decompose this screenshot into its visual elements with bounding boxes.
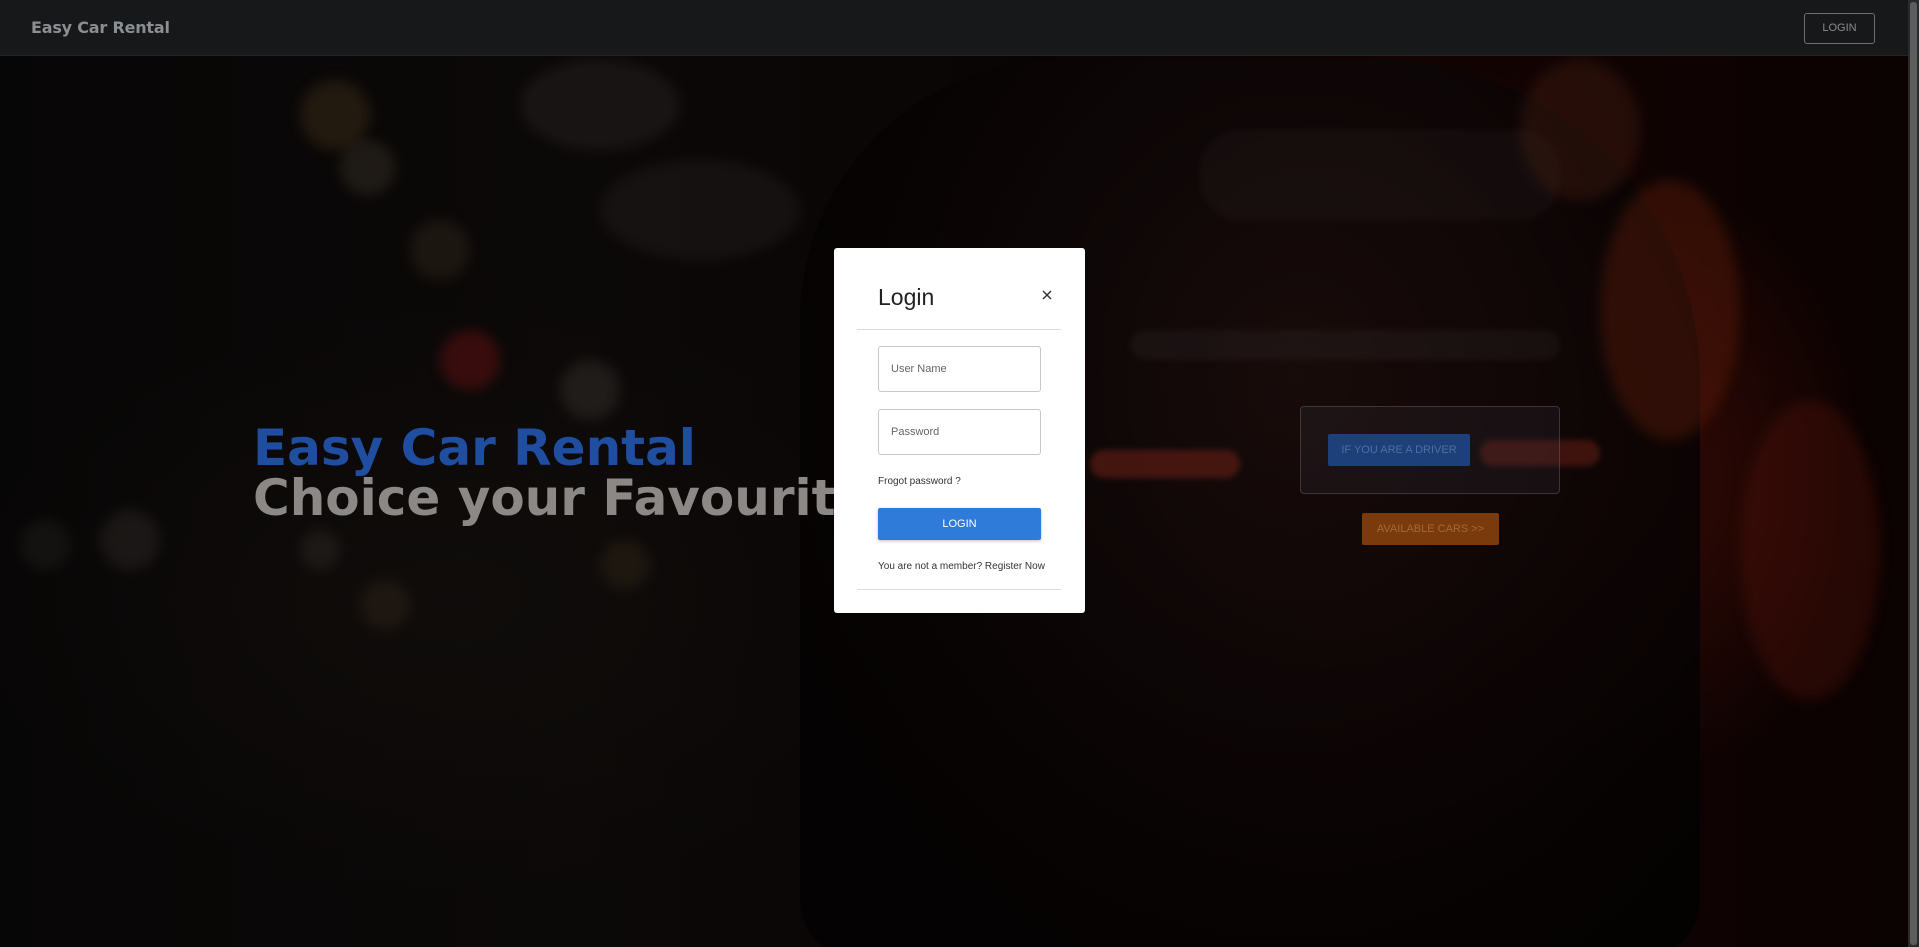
- driver-button[interactable]: IF YOU ARE A DRIVER: [1328, 434, 1470, 466]
- available-cars-button[interactable]: AVAILABLE CARS >>: [1362, 513, 1499, 545]
- register-link[interactable]: You are not a member? Register Now: [878, 561, 1045, 572]
- login-submit-button[interactable]: LOGIN: [878, 508, 1041, 540]
- forgot-password-link[interactable]: Frogot password ?: [878, 476, 961, 487]
- username-input[interactable]: [878, 346, 1041, 392]
- password-input[interactable]: [878, 409, 1041, 455]
- hero-title: Easy Car Rental: [253, 419, 696, 477]
- page-scrollbar-thumb[interactable]: [1910, 2, 1917, 945]
- brand-logo[interactable]: Easy Car Rental: [31, 18, 170, 37]
- nav-login-button[interactable]: LOGIN: [1804, 13, 1875, 44]
- hero-subtitle: Choice your Favourite: [253, 469, 870, 527]
- close-icon[interactable]: [1040, 288, 1054, 302]
- modal-divider: [857, 589, 1061, 590]
- top-navbar: Easy Car Rental LOGIN: [0, 0, 1908, 56]
- modal-title: Login: [878, 284, 935, 310]
- modal-divider: [857, 329, 1061, 330]
- login-modal: Login Frogot password ? LOGIN You are no…: [834, 248, 1085, 613]
